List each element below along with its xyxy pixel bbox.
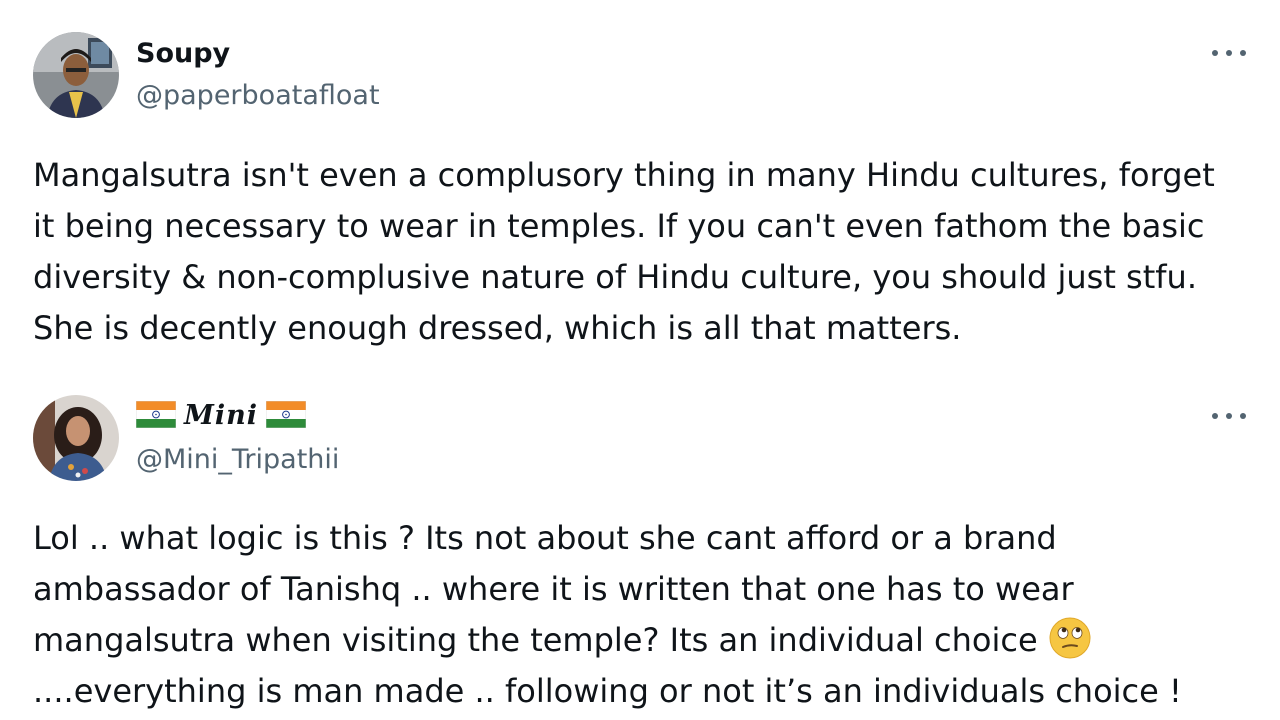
tweet-text-line: diversity & non-complusive nature of Hin… [33, 258, 1197, 296]
tweet-text-line: ambassador of Tanishq .. where it is wri… [33, 570, 1074, 608]
tweet-mini: Mini @Mini_Tripathii Lol .. what logic i… [0, 360, 1280, 720]
face-with-rolling-eyes-emoji [1049, 617, 1091, 659]
avatar[interactable] [33, 395, 119, 481]
tweet-text-segment: mangalsutra when visiting the temple? It… [33, 621, 1038, 659]
avatar-photo-woman [33, 395, 119, 481]
tweet-text-line: ....everything is man made .. following … [33, 672, 1182, 710]
user-handle[interactable]: @paperboatafloat [136, 79, 380, 113]
avatar[interactable] [33, 32, 119, 118]
india-flag-icon [136, 401, 176, 428]
display-name[interactable]: Mini [136, 399, 307, 433]
tweet-soupy: Soupy @paperboatafloat Mangalsutra isn't… [0, 0, 1280, 360]
tweet-text-line: Lol .. what logic is this ? Its not abou… [33, 519, 1057, 557]
tweet-text-line: mangalsutra when visiting the temple? It… [33, 615, 1258, 666]
tweet-text-line: She is decently enough dressed, which is… [33, 309, 962, 347]
india-flag-icon [266, 401, 307, 428]
display-name[interactable]: Soupy [136, 37, 230, 71]
tweet-text-line: Mangalsutra isn't even a complusory thin… [33, 156, 1215, 194]
avatar-photo-man [33, 32, 119, 118]
tweet-text-line: it being necessary to wear in temples. I… [33, 207, 1205, 245]
user-handle[interactable]: @Mini_Tripathii [136, 443, 339, 477]
tweet-text: Mangalsutra isn't even a complusory thin… [33, 150, 1258, 354]
display-name-text: Mini [184, 400, 259, 431]
more-options-icon[interactable] [1212, 46, 1246, 60]
tweet-text: Lol .. what logic is this ? Its not abou… [33, 513, 1258, 717]
more-options-icon[interactable] [1212, 409, 1246, 423]
